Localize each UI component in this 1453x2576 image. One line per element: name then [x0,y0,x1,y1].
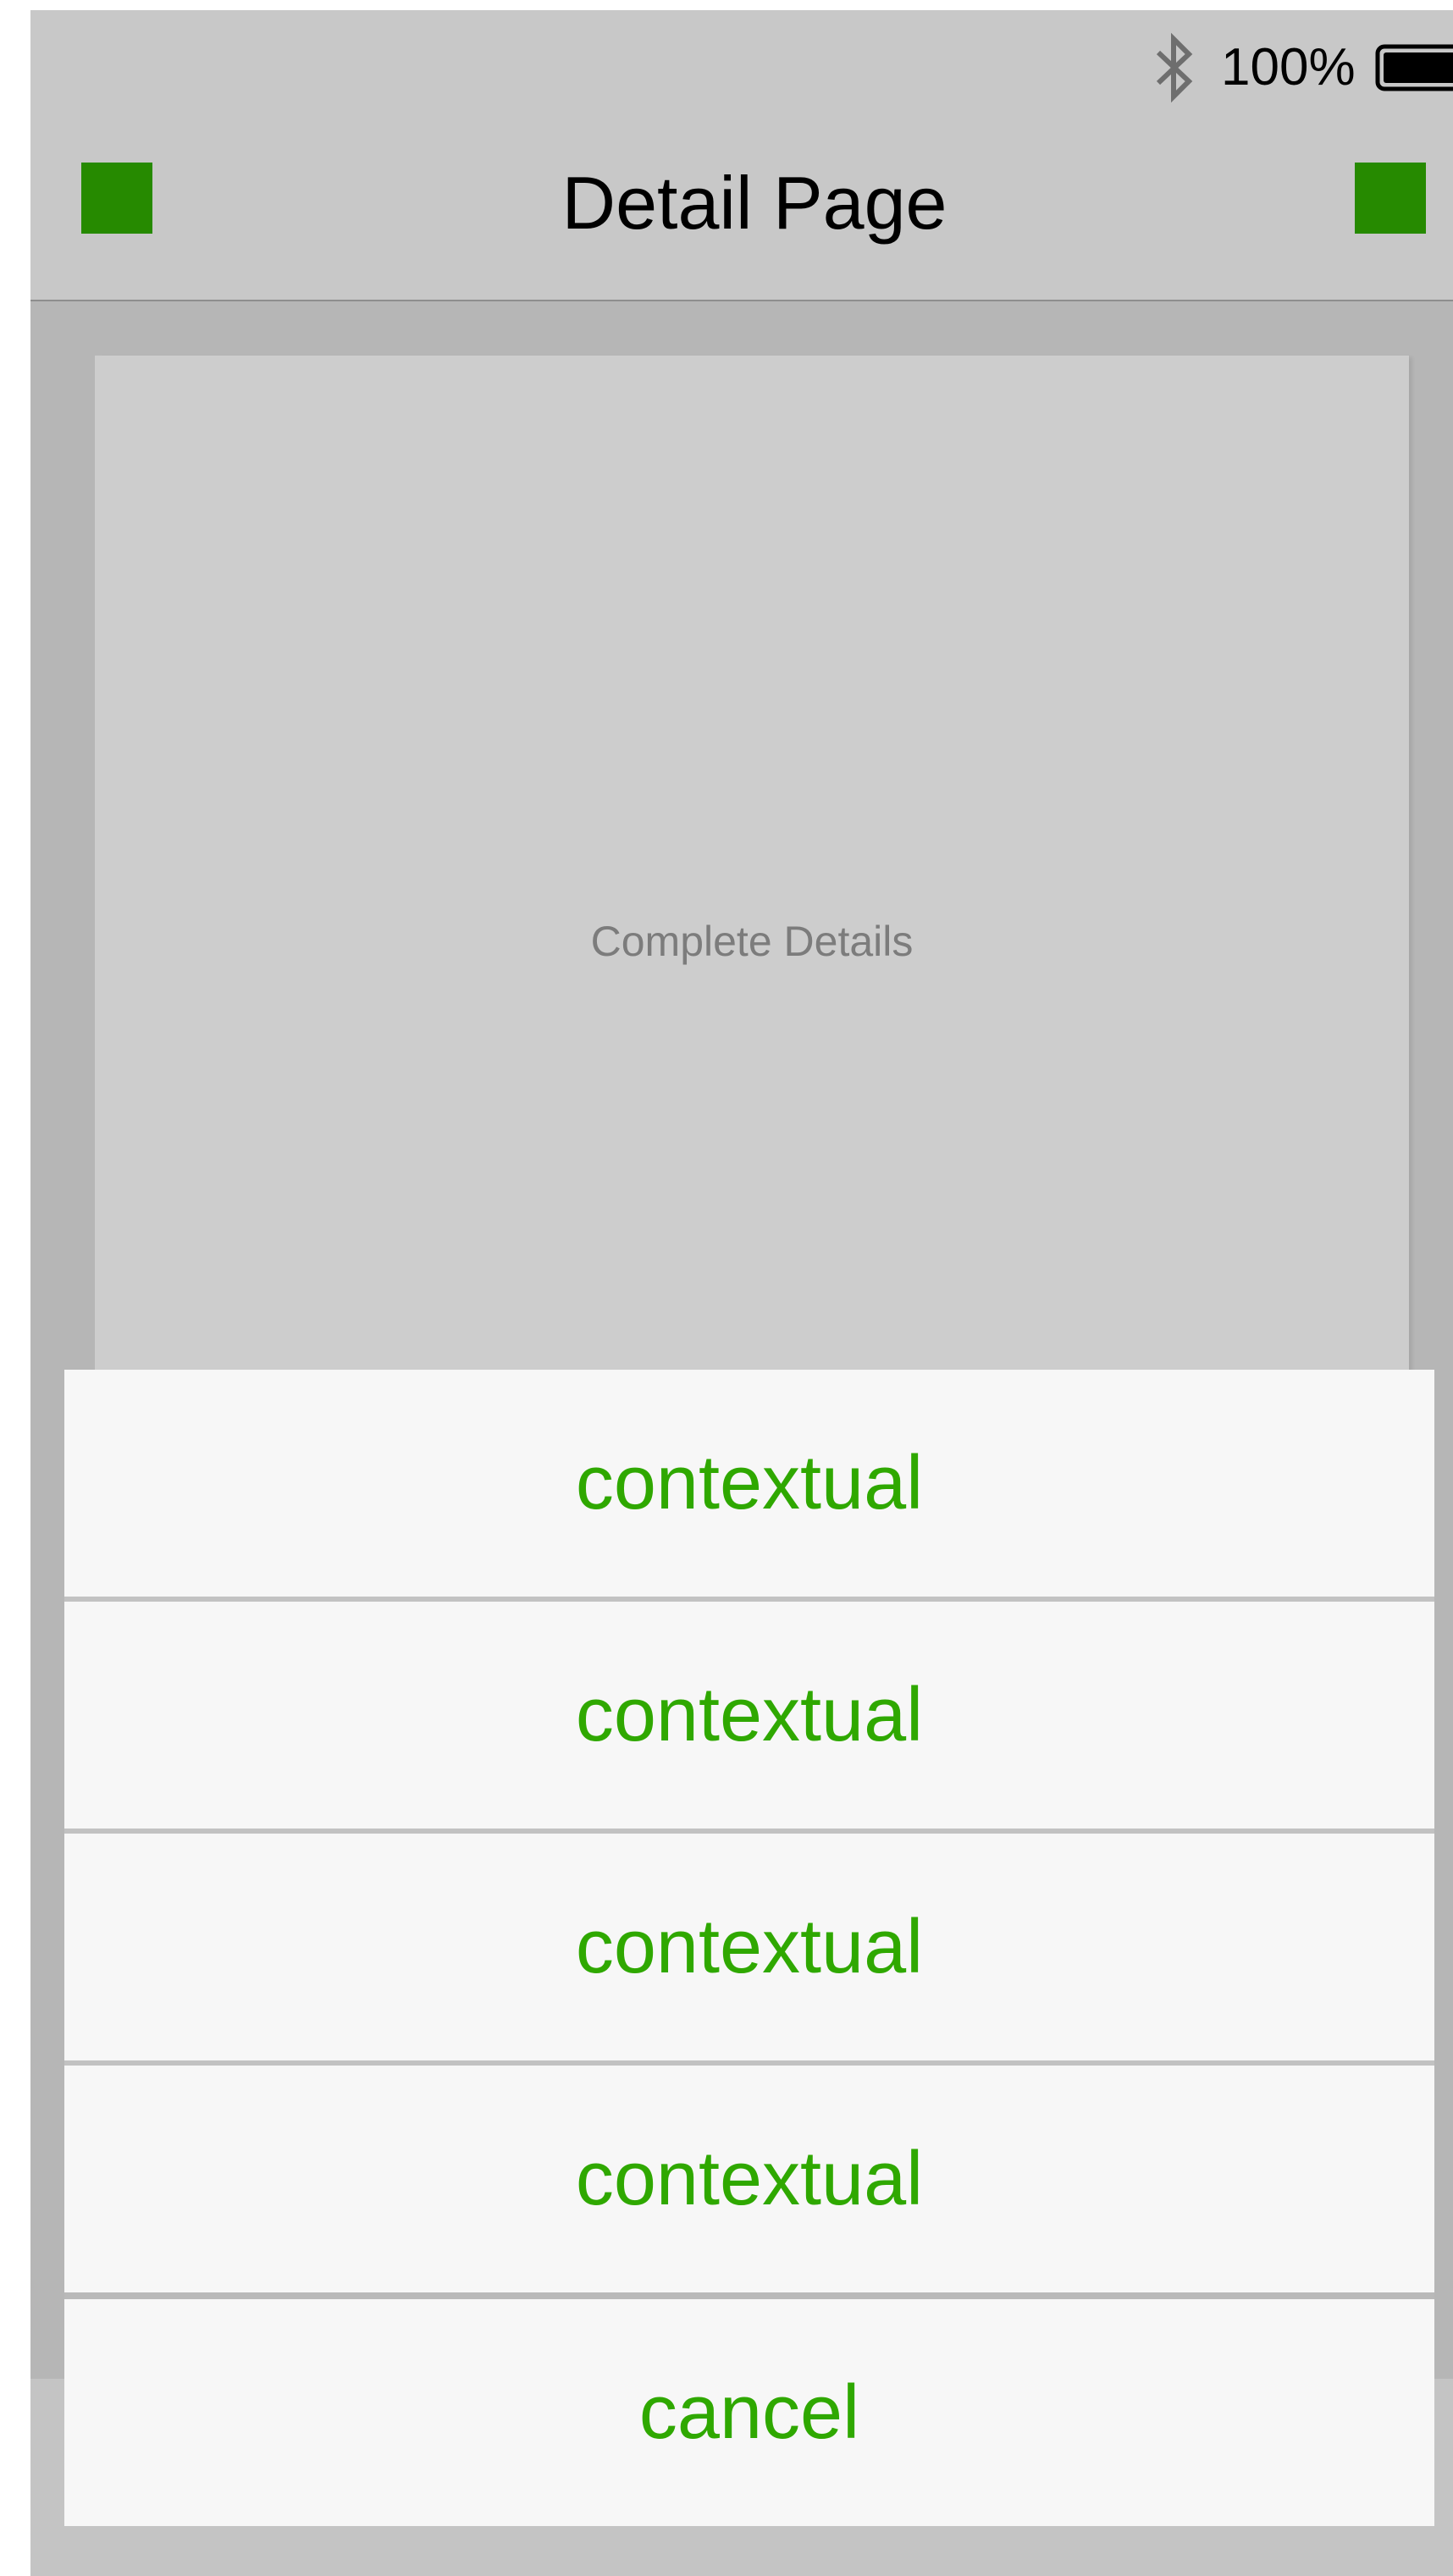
action-sheet: contextual contextual contextual context… [64,1370,1434,2526]
bluetooth-icon [1156,32,1193,103]
action-option-2[interactable]: contextual [64,1602,1434,1829]
cancel-separator [64,2292,1434,2299]
battery-percentage: 100% [1221,38,1356,97]
screen-left-edge [0,0,30,2576]
navigation-bar: Detail Page [30,115,1453,301]
page-title: Detail Page [561,161,947,245]
status-bar: 100% [30,10,1453,115]
action-option-1[interactable]: contextual [64,1370,1434,1597]
cancel-button[interactable]: cancel [64,2299,1434,2526]
app-screen: 100% Detail Page Complete Details contex… [0,0,1453,2576]
battery-icon [1375,44,1453,91]
nav-right-button[interactable] [1355,163,1426,234]
screen-top-edge [0,0,1453,10]
action-option-3[interactable]: contextual [64,1834,1434,2060]
detail-text: Complete Details [590,918,914,965]
action-option-4[interactable]: contextual [64,2066,1434,2292]
